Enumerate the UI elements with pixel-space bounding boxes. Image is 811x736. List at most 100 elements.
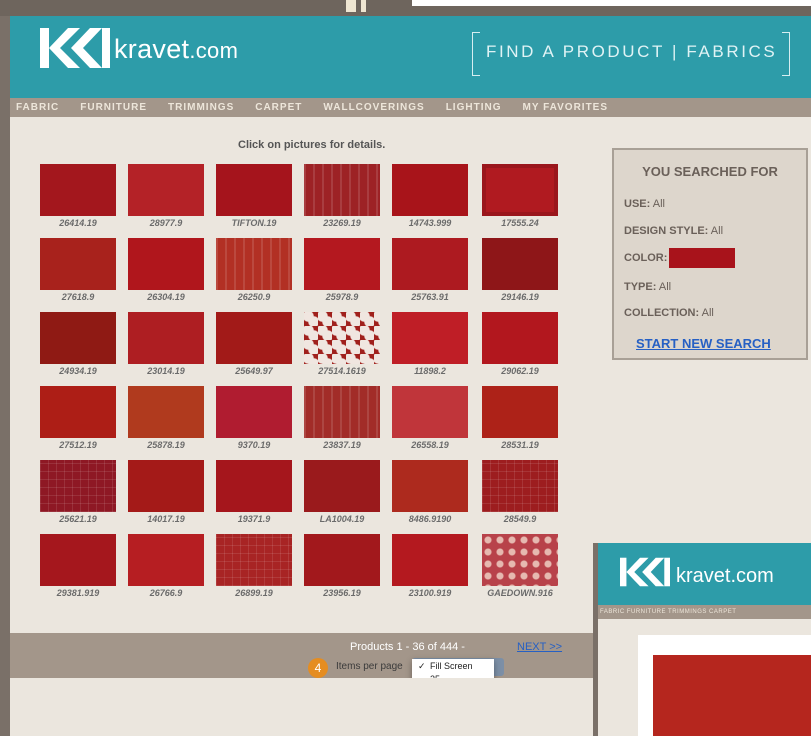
fabric-swatch[interactable] [482,312,558,364]
fabric-swatch[interactable] [40,534,116,586]
collection-label: COLLECTION: [624,307,700,319]
swatch-code: 26250.9 [237,292,271,302]
nav-wallcoverings[interactable]: WALLCOVERINGS [323,102,424,113]
bracket-right [782,32,790,76]
swatch-code: 29146.19 [501,292,539,302]
fabric-swatch[interactable] [482,238,558,290]
find-product-label: FIND A PRODUCT [486,42,665,61]
fabric-swatch[interactable] [304,386,380,438]
logo-wordmark[interactable]: kravet.com [114,34,238,65]
fabric-swatch[interactable] [392,312,468,364]
fabric-swatch[interactable] [482,534,558,586]
swatch-code: 23100.919 [408,588,452,598]
second-window-logo-text: kravet.com [676,565,774,587]
background-window-edge [412,0,811,6]
fabric-swatch[interactable] [392,460,468,512]
fabric-swatch[interactable] [216,312,292,364]
swatch-code: 14017.19 [147,514,185,524]
fabric-swatch[interactable] [128,534,204,586]
type-value: All [658,281,672,293]
fabric-swatch[interactable] [392,238,468,290]
swatch-code: 28977.9 [149,218,183,228]
fabric-swatch[interactable] [392,386,468,438]
fabric-swatch[interactable] [482,164,558,216]
product-detail-swatch[interactable] [653,655,811,736]
fabric-swatch[interactable] [40,386,116,438]
kravet-logo-icon[interactable] [40,28,110,68]
background-marker [361,0,366,12]
category-label: FABRICS [686,42,778,61]
fabric-swatch[interactable] [216,460,292,512]
fabric-swatch[interactable] [304,534,380,586]
swatch-code: 25649.97 [235,366,273,376]
swatch-code: 23269.19 [323,218,361,228]
swatch-code: GAEDOWN.916 [487,588,553,598]
fabric-swatch[interactable] [304,460,380,512]
fabric-swatch[interactable] [128,460,204,512]
results-instruction: Click on pictures for details. [238,139,386,151]
nav-fabric[interactable]: FABRIC [16,102,59,113]
search-summary-panel: YOU SEARCHED FOR USE: All DESIGN STYLE: … [612,148,808,360]
swatch-code: 17555.24 [501,218,539,228]
type-label: TYPE: [624,281,657,293]
fabric-swatch[interactable] [128,386,204,438]
fabric-swatch[interactable] [40,312,116,364]
fabric-swatch[interactable] [482,386,558,438]
fabric-swatch[interactable] [216,238,292,290]
fabric-swatch[interactable] [40,164,116,216]
design-style-label: DESIGN STYLE: [624,225,709,237]
find-product-banner[interactable]: FIND A PRODUCT | FABRICS [472,32,790,76]
nav-carpet[interactable]: CARPET [255,102,302,113]
logo-name: kravet [114,34,190,64]
nav-furniture[interactable]: FURNITURE [80,102,147,113]
nav-trimmings[interactable]: TRIMMINGS [168,102,234,113]
swatch-code: 23837.19 [323,440,361,450]
nav-my-favorites[interactable]: MY FAVORITES [522,102,608,113]
collection-value: All [701,307,714,319]
logo-suffix: .com [189,38,239,63]
swatch-code: 28531.19 [501,440,539,450]
swatch-code: 14743.999 [408,218,452,228]
swatch-code: 23956.19 [323,588,361,598]
bracket-left [472,32,480,76]
products-count: Products 1 - 36 of 444 - [350,641,465,653]
second-window-nav: FABRIC FURNITURE TRIMMINGS CARPET [598,605,811,619]
fabric-swatch[interactable] [128,238,204,290]
design-style-row: DESIGN STYLE: All [624,225,723,237]
items-per-page-label: Items per page [336,661,403,672]
fabric-swatch[interactable] [304,312,380,364]
use-row: USE: All [624,198,665,210]
fabric-swatch[interactable] [304,238,380,290]
swatch-code: 24934.19 [59,366,97,376]
swatch-code: 27512.19 [59,440,97,450]
fabric-swatch[interactable] [482,460,558,512]
background-marker [346,0,356,12]
color-label: COLOR: [624,251,668,264]
fabric-swatch[interactable] [392,164,468,216]
fabric-swatch[interactable] [216,164,292,216]
fabric-swatch[interactable] [304,164,380,216]
fabric-swatch[interactable] [216,386,292,438]
main-nav: FABRIC FURNITURE TRIMMINGS CARPET WALLCO… [10,98,811,117]
start-new-search-link[interactable]: START NEW SEARCH [636,336,771,351]
fabric-swatch[interactable] [128,312,204,364]
swatch-code: TIFTON.19 [231,218,277,228]
swatch-code: 25878.19 [147,440,185,450]
fabric-swatch[interactable] [128,164,204,216]
find-product-text: FIND A PRODUCT | FABRICS [486,42,777,62]
nav-lighting[interactable]: LIGHTING [446,102,502,113]
option-fill-screen[interactable]: Fill Screen [412,660,494,673]
swatch-code: LA1004.19 [319,514,365,524]
swatch-code: 27514.1619 [318,366,366,376]
fabric-swatch[interactable] [216,534,292,586]
swatch-code: 9370.19 [237,440,271,450]
type-row: TYPE: All [624,281,671,293]
fabric-swatch[interactable] [40,238,116,290]
second-window-content: kravet.com FABRIC FURNITURE TRIMMINGS CA… [598,543,811,736]
step-badge: 4 [308,658,328,678]
next-page-link[interactable]: NEXT >> [517,641,562,653]
fabric-swatch[interactable] [392,534,468,586]
kravet-logo-icon [620,557,670,587]
fabric-swatch[interactable] [40,460,116,512]
swatch-code: 26414.19 [59,218,97,228]
